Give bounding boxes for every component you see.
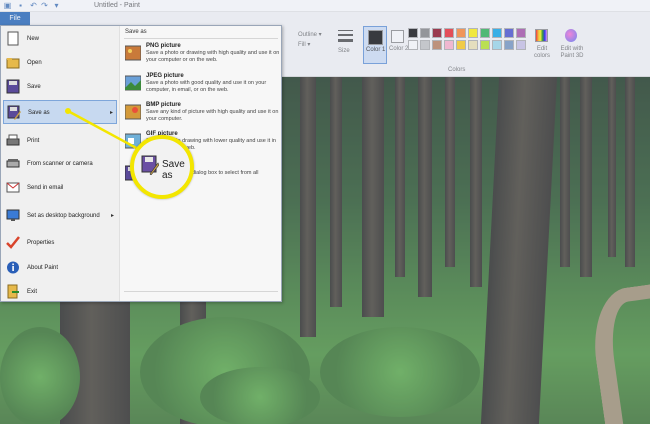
file-menu-item-set-as-desktop-background[interactable]: Set as desktop background ▸: [3, 204, 117, 228]
menu-item-label: Properties: [27, 240, 55, 246]
menu-item-label: Set as desktop background: [27, 213, 100, 219]
save-as-option-bmp-picture[interactable]: BMP picture Save any kind of picture with…: [122, 100, 280, 132]
palette-color-swatch[interactable]: [492, 28, 502, 38]
menu-item-label: About Paint: [27, 265, 59, 271]
color2-swatch: [391, 30, 404, 43]
palette-color-swatch[interactable]: [504, 28, 514, 38]
menu-item-label: Save: [27, 84, 41, 90]
submenu-arrow-icon: ▸: [109, 110, 113, 116]
png-icon: [124, 45, 142, 61]
colors-group-label: Colors: [448, 67, 466, 73]
fill-dropdown[interactable]: Fill ▾: [298, 41, 310, 48]
open-folder-icon: [6, 55, 20, 70]
submenu-divider: [124, 38, 278, 39]
redo-icon[interactable]: ↷: [40, 1, 49, 10]
rainbow-palette-icon: [535, 29, 548, 42]
new-file-icon: [6, 31, 20, 46]
menu-item-label: New: [27, 36, 40, 42]
file-menu-item-save[interactable]: Save: [3, 75, 117, 99]
color1-button[interactable]: Color 1: [363, 26, 387, 64]
palette-color-swatch[interactable]: [408, 40, 418, 50]
paint-app-icon: ▣: [3, 1, 12, 10]
save-as-option-title: PNG picture: [146, 43, 181, 49]
menu-item-label: Print: [27, 138, 40, 144]
file-menu-item-properties[interactable]: Properties: [3, 231, 117, 255]
menu-item-label: Send in email: [27, 185, 64, 191]
save-as-option-description: Save a photo or drawing with high qualit…: [146, 50, 280, 63]
color-palette: [408, 28, 532, 62]
ribbon-tabs: File: [0, 12, 650, 25]
palette-color-swatch[interactable]: [480, 40, 490, 50]
submenu-header: Save as: [125, 29, 147, 35]
color2-label: Color 2: [389, 46, 409, 52]
menu-item-label: Exit: [27, 289, 38, 295]
palette-color-swatch[interactable]: [456, 40, 466, 50]
palette-color-swatch[interactable]: [432, 28, 442, 38]
submenu-bottom-divider: [124, 291, 278, 292]
desktop-background-icon: [6, 208, 20, 223]
save-icon: [6, 79, 20, 94]
palette-color-swatch[interactable]: [468, 28, 478, 38]
size-button[interactable]: Size: [335, 27, 357, 61]
edit-colors-button[interactable]: Edit colors: [530, 27, 552, 67]
save-as-option-jpeg-picture[interactable]: JPEG picture Save a photo with good quali…: [122, 71, 280, 103]
file-menu-item-new[interactable]: New: [3, 27, 117, 51]
menu-item-label: Open: [27, 60, 42, 66]
file-menu-items: New Open Save Save as ▸ Print From scanner or …: [1, 26, 119, 301]
window-title: Untitled - Paint: [94, 2, 140, 9]
save-as-option-png-picture[interactable]: PNG picture Save a photo or drawing with …: [122, 41, 280, 73]
palette-color-swatch[interactable]: [504, 40, 514, 50]
email-icon: [6, 180, 20, 195]
palette-color-swatch[interactable]: [444, 28, 454, 38]
palette-color-swatch[interactable]: [516, 28, 526, 38]
customize-toolbar-icon[interactable]: ▾: [52, 1, 61, 10]
callout-label: Save as: [162, 159, 185, 181]
save-as-option-title: BMP picture: [146, 102, 181, 108]
save-as-icon: [141, 155, 160, 176]
title-bar: ▣ ▪ ↶ ↷ ▾ Untitled - Paint: [0, 0, 650, 12]
palette-color-swatch[interactable]: [420, 28, 430, 38]
info-icon: [6, 260, 20, 275]
palette-color-swatch[interactable]: [444, 40, 454, 50]
file-menu-item-from-scanner-or-camera[interactable]: From scanner or camera: [3, 152, 117, 176]
undo-icon[interactable]: ↶: [29, 1, 38, 10]
properties-checkmark-icon: [6, 235, 20, 250]
printer-icon: [6, 133, 20, 148]
file-menu-item-print[interactable]: Print: [3, 129, 117, 153]
submenu-arrow-icon: ▸: [110, 213, 114, 219]
color1-label: Color 1: [366, 47, 386, 53]
palette-color-swatch[interactable]: [492, 40, 502, 50]
menu-item-label: Save as: [28, 110, 50, 116]
palette-color-swatch[interactable]: [480, 28, 490, 38]
edit-with-paint3d-button[interactable]: Edit with Paint 3D: [556, 27, 586, 67]
palette-color-swatch[interactable]: [408, 28, 418, 38]
file-menu-item-open[interactable]: Open: [3, 51, 117, 75]
exit-icon: [6, 284, 20, 299]
size-label: Size: [338, 48, 350, 54]
palette-color-swatch[interactable]: [468, 40, 478, 50]
jpeg-icon: [124, 75, 142, 91]
palette-color-swatch[interactable]: [420, 40, 430, 50]
save-as-option-description: Save any kind of picture with high quali…: [146, 109, 279, 122]
color1-swatch: [368, 30, 383, 45]
file-menu-item-about-paint[interactable]: About Paint: [3, 256, 117, 280]
file-menu-item-exit[interactable]: Exit: [3, 280, 117, 304]
save-as-option-title: JPEG picture: [146, 73, 184, 79]
scanner-icon: [6, 156, 20, 171]
palette-color-swatch[interactable]: [516, 40, 526, 50]
file-menu-item-send-in-email[interactable]: Send in email: [3, 176, 117, 200]
menu-item-label: From scanner or camera: [27, 161, 93, 167]
bmp-icon: [124, 104, 142, 120]
palette-color-swatch[interactable]: [456, 28, 466, 38]
paint3d-icon: [565, 29, 577, 42]
save-as-callout: Save as: [130, 135, 194, 199]
save-as-icon: [7, 105, 21, 120]
outline-dropdown[interactable]: Outline ▾: [298, 31, 322, 38]
palette-color-swatch[interactable]: [432, 40, 442, 50]
save-as-option-description: Save a photo with good quality and use i…: [146, 80, 267, 93]
color2-button[interactable]: Color 2: [389, 26, 409, 64]
save-icon[interactable]: ▪: [16, 1, 25, 10]
tab-file[interactable]: File: [0, 12, 30, 25]
file-menu-item-save-as[interactable]: Save as ▸: [3, 100, 117, 124]
